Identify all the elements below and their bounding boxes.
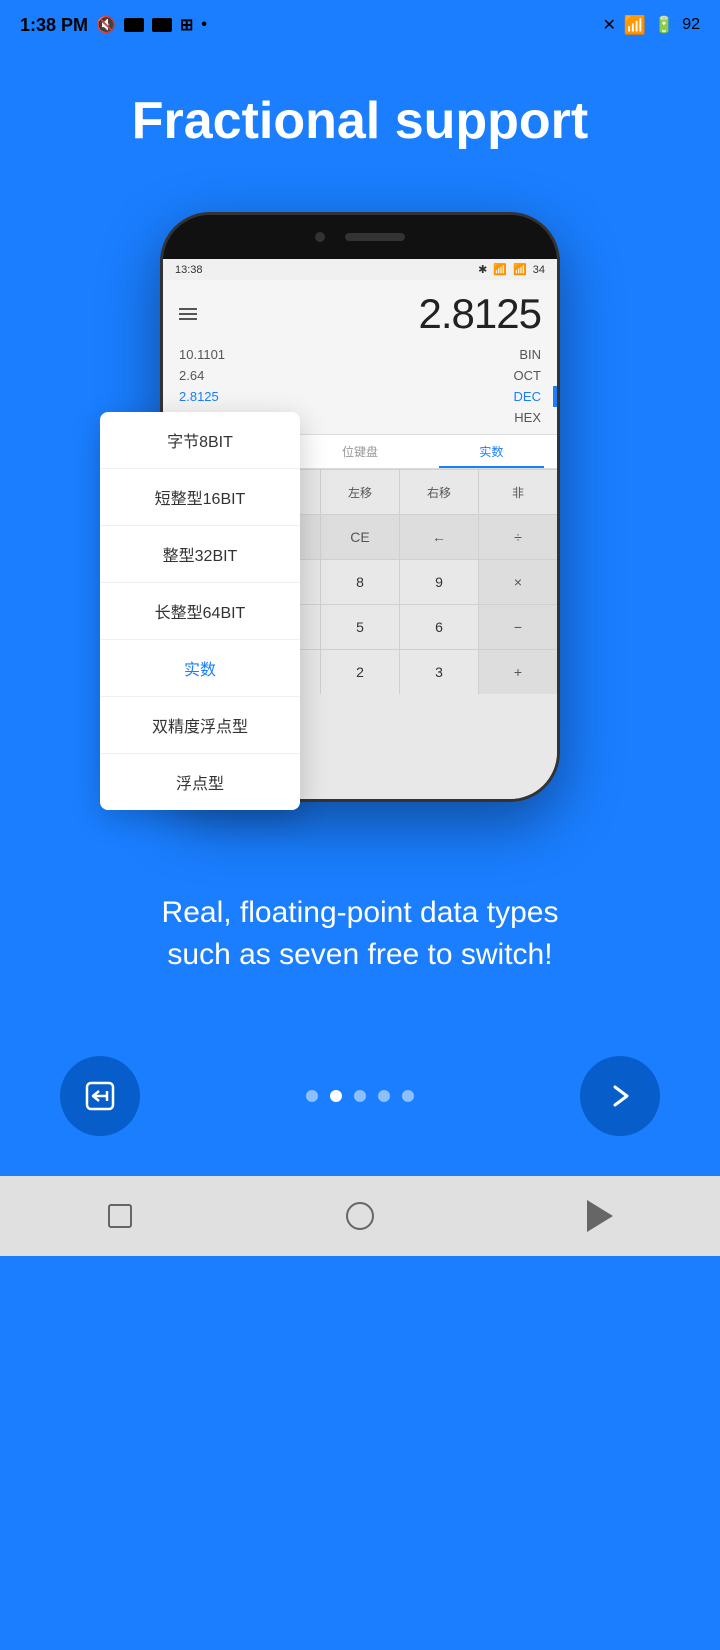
dot-icon: • [201, 16, 207, 34]
tab-weijanjian[interactable]: 位键盘 [294, 435, 425, 468]
phone-time: 13:38 [175, 264, 203, 276]
key-backspace[interactable]: ← [400, 515, 479, 559]
nav-home[interactable] [335, 1191, 385, 1241]
dot-3 [354, 1090, 366, 1102]
status-bar: 1:38 PM 🔇 ⊞ • ✕ 📶 🔋 92 [0, 0, 720, 50]
system-nav-bar [0, 1176, 720, 1256]
app-icon-1 [124, 18, 144, 32]
phone-bt-icon: ✱ [478, 263, 487, 276]
phone-status-icons: ✱ 📶 📶 34 [478, 263, 545, 276]
dropdown-menu: 字节8BIT 短整型16BIT 整型32BIT 长整型64BIT 实数 双精度浮… [100, 412, 300, 810]
key-add[interactable]: + [479, 650, 557, 694]
home-icon [346, 1202, 374, 1230]
phone-container: 13:38 ✱ 📶 📶 34 [100, 212, 620, 812]
dec-row: 2.8125 DEC [179, 386, 541, 407]
wifi-icon: 📶 [624, 15, 646, 36]
main-number: 2.8125 [419, 290, 541, 338]
description-text: Real, floating-point data typessuch as s… [102, 892, 619, 976]
oct-row: 2.64 OCT [179, 365, 541, 386]
bottom-nav [20, 1056, 700, 1136]
dot-2 [330, 1090, 342, 1102]
time-display: 1:38 PM [20, 15, 88, 36]
recent-apps-icon [108, 1204, 132, 1228]
phone-status-bar: 13:38 ✱ 📶 📶 34 [163, 259, 557, 280]
close-icon: ✕ [602, 15, 615, 35]
battery-level: 92 [682, 16, 700, 34]
status-right-icons: ✕ 📶 🔋 92 [602, 15, 700, 36]
phone-wifi-icon: 📶 [493, 263, 507, 276]
key-multiply[interactable]: × [479, 560, 557, 604]
key-youyi[interactable]: 右移 [400, 470, 479, 514]
forward-button[interactable] [580, 1056, 660, 1136]
mute-icon: 🔇 [96, 15, 116, 35]
phone-battery: 34 [533, 264, 545, 276]
nav-back[interactable] [575, 1191, 625, 1241]
layers-icon: ⊞ [180, 15, 193, 35]
back-icon [587, 1200, 613, 1232]
bin-row: 10.1101 BIN [179, 344, 541, 365]
app-icon-2 [152, 18, 172, 32]
dot-4 [378, 1090, 390, 1102]
phone-speaker [345, 233, 405, 241]
phone-notch [163, 215, 557, 259]
status-time: 1:38 PM 🔇 ⊞ • [20, 15, 207, 36]
dropdown-item-float[interactable]: 浮点型 [100, 754, 300, 810]
page-dots [306, 1090, 414, 1102]
key-3[interactable]: 3 [400, 650, 479, 694]
phone-camera [315, 232, 325, 242]
key-5[interactable]: 5 [321, 605, 400, 649]
key-fei[interactable]: 非 [479, 470, 557, 514]
phone-signal-icon: 📶 [513, 263, 527, 276]
battery-icon: 🔋 [654, 15, 674, 35]
key-ce[interactable]: CE [321, 515, 400, 559]
nav-recent-apps[interactable] [95, 1191, 145, 1241]
key-subtract[interactable]: − [479, 605, 557, 649]
dropdown-item-64bit[interactable]: 长整型64BIT [100, 583, 300, 640]
hamburger-icon [179, 308, 197, 320]
exit-icon [85, 1081, 115, 1111]
dot-5 [402, 1090, 414, 1102]
dropdown-item-8bit[interactable]: 字节8BIT [100, 412, 300, 469]
arrow-right-icon [605, 1081, 635, 1111]
dropdown-item-double[interactable]: 双精度浮点型 [100, 697, 300, 754]
key-6[interactable]: 6 [400, 605, 479, 649]
key-8[interactable]: 8 [321, 560, 400, 604]
back-button[interactable] [60, 1056, 140, 1136]
key-divide[interactable]: ÷ [479, 515, 557, 559]
dropdown-item-32bit[interactable]: 整型32BIT [100, 526, 300, 583]
key-zuoyi[interactable]: 左移 [321, 470, 400, 514]
key-9[interactable]: 9 [400, 560, 479, 604]
dot-1 [306, 1090, 318, 1102]
dropdown-item-16bit[interactable]: 短整型16BIT [100, 469, 300, 526]
page-title: Fractional support [132, 90, 588, 152]
tab-shishu[interactable]: 实数 [426, 435, 557, 468]
display-header: 2.8125 [179, 290, 541, 338]
key-2[interactable]: 2 [321, 650, 400, 694]
dropdown-item-real[interactable]: 实数 [100, 640, 300, 697]
main-content: Fractional support 13:38 ✱ 📶 📶 34 [0, 50, 720, 1176]
